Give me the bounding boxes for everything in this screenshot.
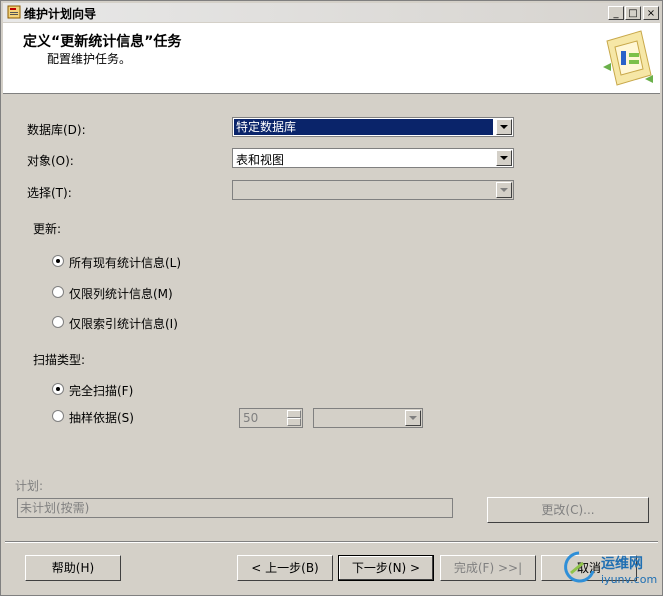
watermark-logo-icon (564, 551, 595, 583)
stepper-up-icon[interactable] (287, 410, 301, 418)
update-columns-label[interactable]: 仅限列统计信息(M) (69, 285, 173, 302)
back-button[interactable]: < 上一步(B) (237, 555, 333, 581)
object-value: 表和视图 (236, 153, 285, 167)
wizard-app-icon (7, 5, 21, 19)
update-indexes-radio[interactable] (52, 316, 64, 328)
chevron-down-icon[interactable] (405, 410, 421, 426)
page-subtitle: 配置维护任务。 (47, 52, 132, 66)
finish-button[interactable]: 完成(F) >>| (440, 555, 536, 581)
minimize-button[interactable]: _ (608, 6, 624, 20)
next-button[interactable]: 下一步(N) > (338, 555, 434, 581)
selection-label: 选择(T): (27, 186, 72, 200)
scan-sample-radio[interactable] (52, 410, 64, 422)
database-value: 特定数据库 (234, 119, 493, 135)
chevron-down-icon[interactable] (496, 150, 512, 166)
database-select[interactable]: 特定数据库 (232, 117, 514, 137)
wizard-window: 维护计划向导 _ □ × 定义“更新统计信息”任务 配置维护任务。 数据库(D)… (0, 0, 663, 596)
update-all-label[interactable]: 所有现有统计信息(L) (69, 254, 181, 271)
chevron-down-icon[interactable] (496, 119, 512, 135)
selection-select[interactable] (232, 180, 514, 200)
site-watermark: 运维网 iyunv.com (561, 549, 661, 593)
help-button[interactable]: 帮助(H) (25, 555, 121, 581)
page-title: 定义“更新统计信息”任务 (23, 34, 182, 50)
wizard-banner-icon (603, 30, 653, 86)
sample-value: 50 (243, 411, 259, 425)
scan-sample-label[interactable]: 抽样依据(S) (69, 409, 134, 426)
watermark-url: iyunv.com (601, 573, 658, 586)
scan-full-radio[interactable] (52, 383, 64, 395)
sample-value-stepper[interactable]: 50 (239, 408, 303, 428)
database-label: 数据库(D): (27, 123, 86, 137)
close-button[interactable]: × (643, 6, 659, 20)
update-columns-radio[interactable] (52, 286, 64, 298)
update-all-radio[interactable] (52, 255, 64, 267)
change-schedule-button[interactable]: 更改(C)... (487, 497, 649, 523)
update-label: 更新: (33, 222, 62, 236)
title-bar: 维护计划向导 _ □ × (3, 3, 660, 22)
maximize-button[interactable]: □ (625, 6, 641, 20)
scan-type-label: 扫描类型: (33, 353, 86, 367)
stepper-down-icon[interactable] (287, 418, 301, 426)
update-indexes-label[interactable]: 仅限索引统计信息(I) (69, 315, 178, 332)
object-label: 对象(O): (27, 154, 74, 168)
chevron-down-icon[interactable] (496, 182, 512, 198)
footer-divider (5, 541, 658, 543)
object-select[interactable]: 表和视图 (232, 148, 514, 168)
wizard-header: 定义“更新统计信息”任务 配置维护任务。 (3, 23, 660, 94)
schedule-label: 计划: (15, 479, 44, 493)
watermark-text: 运维网 (601, 556, 643, 572)
schedule-field: 未计划(按需) (17, 498, 453, 518)
window-title: 维护计划向导 (24, 7, 97, 21)
scan-full-label[interactable]: 完全扫描(F) (69, 382, 133, 399)
sample-unit-select[interactable] (313, 408, 423, 428)
